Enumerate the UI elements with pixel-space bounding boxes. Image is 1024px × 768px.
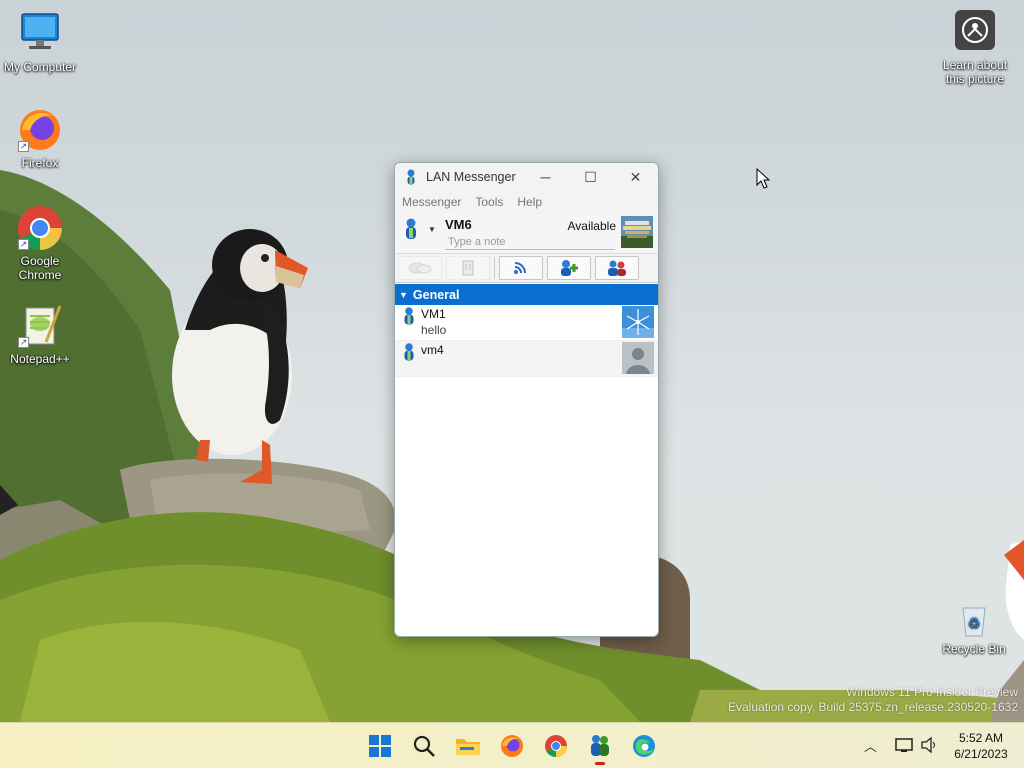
broadcast-icon <box>514 262 526 274</box>
taskbar: ︿ 5:52 AM 6/21/2023 <box>0 722 1024 768</box>
desktop-icon-notepadpp[interactable]: ↗ Notepad++ <box>0 302 80 366</box>
menu-messenger[interactable]: Messenger <box>402 195 461 209</box>
recycle-bin-icon: ♻ <box>954 600 994 640</box>
camera-info-icon <box>955 10 995 50</box>
monitor-icon <box>16 10 64 58</box>
toolbar <box>395 253 658 283</box>
folder-icon <box>456 739 480 755</box>
tray-overflow-chevron-icon[interactable]: ︿ <box>864 736 877 755</box>
add-contact-icon <box>561 260 578 276</box>
desktop-icon-label: Notepad++ <box>10 352 70 366</box>
taskbar-chrome-button[interactable] <box>539 730 573 762</box>
menu-help[interactable]: Help <box>517 195 542 209</box>
firefox-icon <box>501 735 523 757</box>
desktop-icon-label: My Computer <box>3 60 77 74</box>
shortcut-arrow-icon: ↗ <box>18 239 29 250</box>
windmill-avatar <box>622 306 654 338</box>
file-explorer-button[interactable] <box>451 730 485 762</box>
svg-text:♻: ♻ <box>968 616 981 632</box>
group-name: General <box>412 287 460 302</box>
search-button[interactable] <box>407 730 441 762</box>
broadcast-button[interactable] <box>499 256 543 280</box>
taskbar-lan-messenger-button[interactable] <box>583 730 617 765</box>
chrome-icon: ↗ <box>16 204 64 252</box>
close-button[interactable]: ✕ <box>613 163 658 191</box>
minimize-button[interactable]: ─ <box>523 163 568 191</box>
windows-logo-icon <box>369 735 391 757</box>
watermark-line2: Evaluation copy. Build 25375.zn_release.… <box>728 700 1018 714</box>
clock-time: 5:52 AM <box>958 731 1004 745</box>
clock[interactable]: 5:52 AM 6/21/2023 <box>946 730 1016 762</box>
desktop-icon-recycle-bin[interactable]: ♻ Recycle Bin <box>934 600 1014 656</box>
contact-name: VM1 <box>421 307 446 321</box>
learn-about-label: Learn about this picture <box>942 58 1008 86</box>
clock-date: 6/21/2023 <box>954 747 1008 761</box>
user-status-icon[interactable] <box>404 218 418 240</box>
lan-messenger-icon <box>591 735 609 756</box>
maximize-button[interactable]: ☐ <box>568 163 613 191</box>
silhouette-avatar <box>622 342 654 374</box>
window-title: LAN Messenger <box>426 170 516 184</box>
watermark-line1: Windows 11 Pro Insider Preview <box>846 685 1018 699</box>
contact-online-icon <box>404 343 414 361</box>
file-transfer-icon <box>462 260 474 276</box>
taskbar-edge-button[interactable] <box>627 730 661 762</box>
contact-online-icon <box>404 307 414 325</box>
my-name: VM6 <box>445 217 472 232</box>
chrome-icon <box>545 735 567 757</box>
lan-messenger-window: LAN Messenger ─ ☐ ✕ Messenger Tools Help… <box>394 162 659 637</box>
file-transfer-button[interactable] <box>446 256 490 280</box>
status-dropdown-arrow-icon[interactable]: ▼ <box>428 225 436 234</box>
desktop-icon-chrome[interactable]: ↗ Google Chrome <box>0 204 80 282</box>
desktop-icon-my-computer[interactable]: My Computer <box>0 10 80 74</box>
contact-item[interactable]: VM1 hello <box>395 305 658 341</box>
group-header-general[interactable]: ▼ General <box>395 284 658 305</box>
collapse-triangle-icon[interactable]: ▼ <box>399 290 408 300</box>
chat-bubble-icon <box>408 262 432 274</box>
shortcut-arrow-icon: ↗ <box>18 337 29 348</box>
lan-messenger-app-icon <box>407 169 415 185</box>
network-icon[interactable] <box>895 736 915 754</box>
availability-status: Available <box>567 219 616 233</box>
menu-bar: Messenger Tools Help <box>395 191 658 213</box>
recycle-bin-label: Recycle Bin <box>942 642 1006 656</box>
windows-watermark: Windows 11 Pro Insider Preview Evaluatio… <box>728 685 1018 715</box>
volume-icon[interactable] <box>920 736 938 754</box>
title-bar[interactable]: LAN Messenger ─ ☐ ✕ <box>395 163 658 191</box>
group-icon <box>608 260 626 276</box>
group-button[interactable] <box>595 256 639 280</box>
firefox-icon: ↗ <box>16 106 64 154</box>
mouse-cursor-icon <box>756 168 770 189</box>
search-icon <box>413 735 435 757</box>
contact-note: hello <box>421 323 447 337</box>
my-status-area: ▼ VM6 Available Type a note <box>395 213 658 253</box>
toolbar-separator <box>494 257 495 279</box>
menu-tools[interactable]: Tools <box>475 195 503 209</box>
add-contact-button[interactable] <box>547 256 591 280</box>
my-avatar[interactable] <box>621 216 653 248</box>
start-button[interactable] <box>363 730 397 762</box>
edge-icon <box>633 735 655 757</box>
taskbar-firefox-button[interactable] <box>495 730 529 762</box>
notepadpp-icon: ↗ <box>16 302 64 350</box>
learn-about-picture[interactable]: Learn about this picture <box>936 10 1014 86</box>
note-input[interactable]: Type a note <box>445 235 615 250</box>
desktop-icon-label: Google Chrome <box>18 254 62 282</box>
contact-item[interactable]: vm4 <box>395 341 658 377</box>
desktop-icon-firefox[interactable]: ↗ Firefox <box>0 106 80 170</box>
desktop-icon-label: Firefox <box>21 156 59 170</box>
chat-button[interactable] <box>398 256 442 280</box>
shortcut-arrow-icon: ↗ <box>18 141 29 152</box>
contact-name: vm4 <box>421 343 444 357</box>
